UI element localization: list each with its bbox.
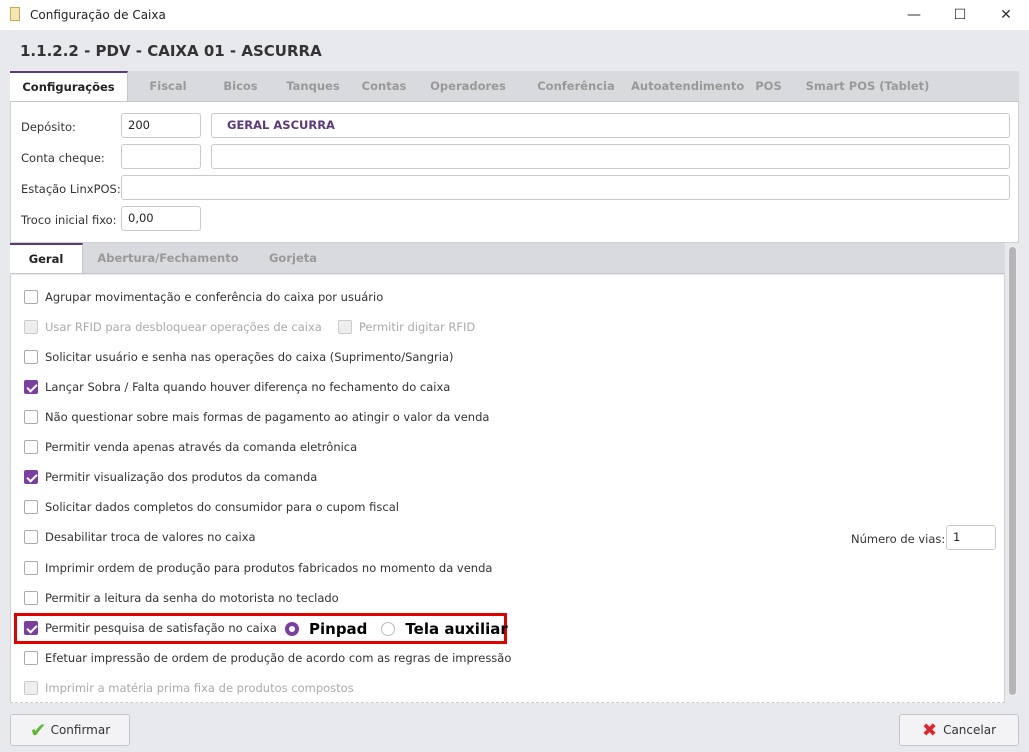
option-label: Imprimir a matéria prima fixa de produto… (45, 681, 354, 695)
conta-label: Conta cheque: (21, 151, 105, 165)
confirm-label: Confirmar (50, 723, 111, 737)
vias-label: Número de vias: (851, 532, 946, 546)
vias-input[interactable]: 1 (946, 525, 996, 550)
config-panel: Depósito: 200 GERAL ASCURRA Conta cheque… (10, 102, 1019, 243)
option-label: Permitir pesquisa de satisfação no caixa (45, 621, 277, 635)
option-row[interactable]: Usar RFID para desbloquear operações de … (24, 319, 475, 335)
conta-code-input[interactable] (121, 144, 201, 169)
option-label: Usar RFID para desbloquear operações de … (45, 320, 322, 334)
option-row[interactable]: Imprimir a matéria prima fixa de produto… (24, 680, 354, 696)
checkbox[interactable] (24, 350, 38, 364)
checkbox[interactable] (24, 561, 38, 575)
checkbox[interactable] (24, 440, 38, 454)
tab-operadores[interactable]: Operadores (415, 71, 521, 101)
pinpad-label[interactable]: Pinpad (309, 620, 367, 638)
window-title: Configuração de Caixa (30, 8, 166, 22)
option-label: Solicitar usuário e senha nas operações … (45, 350, 454, 364)
option-label: Efetuar impressão de ordem de produção d… (45, 651, 512, 665)
option-row[interactable]: Desabilitar troca de valores no caixa (24, 529, 256, 545)
subtab-geral[interactable]: Geral (10, 243, 83, 273)
option-label: Permitir venda apenas através da comanda… (45, 440, 358, 454)
checkbox[interactable] (24, 470, 38, 484)
option-row[interactable]: Solicitar dados completos do consumidor … (24, 499, 399, 515)
radio-tela-auxiliar[interactable] (381, 622, 396, 636)
tab-autoatendimento[interactable]: Autoatendimento (631, 71, 744, 101)
option-row[interactable]: Permitir visualização dos produtos da co… (24, 469, 317, 485)
checkbox[interactable] (24, 500, 38, 514)
tela-auxiliar-label[interactable]: Tela auxiliar (405, 620, 507, 638)
tab-contas[interactable]: Contas (353, 71, 415, 101)
checkbox[interactable] (24, 591, 38, 605)
option-label: Solicitar dados completos do consumidor … (45, 500, 399, 514)
checkbox[interactable] (24, 320, 38, 334)
main-tabs: Configurações Fiscal Bicos Tanques Contas Ope… (10, 71, 1019, 102)
option-row[interactable]: Lançar Sobra / Falta quando houver difer… (24, 379, 450, 395)
cancel-label: Cancelar (943, 723, 997, 737)
option-label: Imprimir ordem de produção para produtos… (45, 561, 493, 575)
option-row[interactable]: Não questionar sobre mais formas de paga… (24, 409, 489, 425)
checkbox-rfid[interactable] (337, 320, 352, 334)
option-row[interactable]: Efetuar impressão de ordem de produção d… (24, 650, 511, 666)
checkbox[interactable] (24, 651, 38, 665)
confirm-button[interactable]: ✔ Confirmar (10, 714, 130, 746)
tab-smart-pos-tablet-[interactable]: Smart POS (Tablet) (796, 71, 939, 101)
option-row[interactable]: Permitir a leitura da senha do motorista… (24, 590, 339, 606)
checkbox[interactable] (24, 530, 38, 544)
option-label: Permitir visualização dos produtos da co… (45, 470, 318, 484)
checkbox[interactable] (24, 410, 38, 424)
maximize-button[interactable]: ☐ (937, 0, 983, 30)
estacao-label: Estação LinxPOS: (21, 182, 121, 196)
checkbox[interactable] (24, 621, 38, 635)
option-label: Não questionar sobre mais formas de paga… (45, 410, 490, 424)
option-label: Desabilitar troca de valores no caixa (45, 530, 256, 544)
option-label: Agrupar movimentação e conferência do ca… (45, 290, 384, 304)
scrollbar-thumb[interactable] (1009, 247, 1016, 695)
tab-bicos[interactable]: Bicos (208, 71, 273, 101)
app-icon (10, 7, 20, 21)
radio-pinpad[interactable] (285, 622, 299, 636)
minimize-button[interactable]: — (891, 0, 937, 30)
option-row[interactable]: Solicitar usuário e senha nas operações … (24, 349, 453, 365)
title-bar: Configuração de Caixa — ☐ ✕ (0, 0, 1029, 30)
subtab-gorjeta[interactable]: Gorjeta (253, 243, 333, 273)
tab-configura-es[interactable]: Configurações (10, 71, 128, 101)
deposito-code-input[interactable]: 200 (121, 113, 201, 138)
option-label: Lançar Sobra / Falta quando houver difer… (45, 380, 451, 394)
check-icon: ✔ (29, 718, 47, 742)
scrollbar[interactable] (1008, 246, 1017, 696)
tab-fiscal[interactable]: Fiscal (128, 71, 208, 101)
deposito-label: Depósito: (21, 120, 76, 134)
option-extra-label: Permitir digitar RFID (358, 320, 476, 334)
survey-options: Pinpad Tela auxiliar (285, 619, 508, 639)
option-row[interactable]: Agrupar movimentação e conferência do ca… (24, 289, 383, 305)
checkbox[interactable] (24, 380, 38, 394)
checkbox[interactable] (24, 290, 38, 304)
checkbox[interactable] (24, 681, 38, 695)
subtab-abertura-fechamento[interactable]: Abertura/Fechamento (83, 243, 253, 273)
page-title: 1.1.2.2 - PDV - CAIXA 01 - ASCURRA (20, 42, 322, 60)
close-button[interactable]: ✕ (983, 0, 1029, 30)
deposito-name-field[interactable]: GERAL ASCURRA (211, 113, 1010, 138)
option-row[interactable]: Imprimir ordem de produção para produtos… (24, 560, 492, 576)
tab-pos[interactable]: POS (741, 71, 796, 101)
x-icon: ✖ (921, 719, 938, 741)
sub-tabs: Geral Abertura/Fechamento Gorjeta (10, 243, 1005, 274)
option-row[interactable]: Permitir venda apenas através da comanda… (24, 439, 357, 455)
cancel-button[interactable]: ✖ Cancelar (899, 714, 1019, 746)
estacao-input[interactable] (121, 175, 1010, 200)
conta-name-field[interactable] (211, 144, 1010, 169)
option-row[interactable]: Permitir pesquisa de satisfação no caixa (24, 620, 277, 636)
tab-confer-ncia[interactable]: Conferência (521, 71, 631, 101)
troco-input[interactable]: 0,00 (121, 206, 201, 231)
tab-tanques[interactable]: Tanques (273, 71, 353, 101)
option-label: Permitir a leitura da senha do motorista… (45, 591, 339, 605)
troco-label: Troco inicial fixo: (21, 213, 117, 227)
